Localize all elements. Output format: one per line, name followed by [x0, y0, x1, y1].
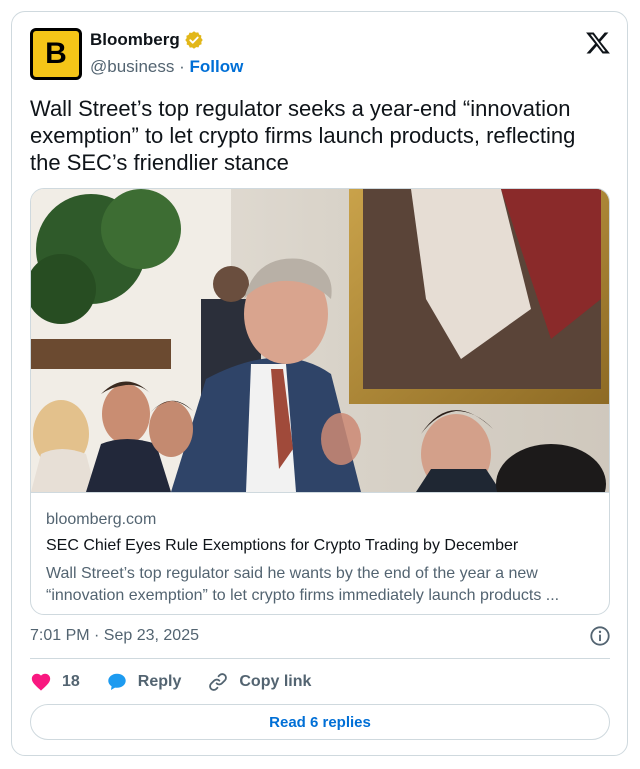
tweet-timestamp[interactable]: 7:01 PM · Sep 23, 2025: [30, 627, 199, 645]
link-preview-card[interactable]: bloomberg.com SEC Chief Eyes Rule Exempt…: [30, 188, 610, 615]
follow-link[interactable]: Follow: [190, 57, 244, 76]
read-replies-button[interactable]: Read 6 replies: [30, 704, 610, 740]
info-icon[interactable]: [589, 625, 611, 647]
heart-icon: [31, 673, 51, 691]
divider: [30, 658, 610, 659]
like-count: 18: [62, 673, 80, 690]
reply-label: Reply: [137, 673, 182, 690]
verified-badge-icon: [184, 31, 203, 49]
like-button[interactable]: 18: [30, 671, 80, 693]
tweet-text: Wall Street’s top regulator seeks a year…: [30, 96, 576, 175]
author-handle-row: @business · Follow: [90, 57, 243, 77]
avatar-letter: B: [33, 31, 79, 77]
action-bar: 18 Reply Copy link: [30, 671, 337, 693]
link-info: bloomberg.com SEC Chief Eyes Rule Exempt…: [31, 492, 609, 614]
link-icon: [209, 673, 228, 691]
article-photo: [31, 189, 609, 492]
author-name-row[interactable]: Bloomberg: [90, 30, 204, 50]
author-handle[interactable]: @business: [90, 57, 174, 76]
copy-link-label: Copy link: [239, 673, 312, 690]
handle-separator: ·: [179, 57, 185, 76]
link-domain: bloomberg.com: [46, 511, 157, 528]
link-title[interactable]: SEC Chief Eyes Rule Exemptions for Crypt…: [46, 537, 518, 555]
author-display-name[interactable]: Bloomberg: [90, 30, 180, 50]
avatar[interactable]: B: [30, 28, 82, 80]
x-logo-icon[interactable]: [585, 30, 611, 56]
copy-link-button[interactable]: Copy link: [207, 671, 311, 693]
link-description: Wall Street’s top regulator said he want…: [46, 565, 560, 604]
speech-bubble-icon: [108, 673, 126, 690]
reply-button[interactable]: Reply: [106, 671, 182, 693]
